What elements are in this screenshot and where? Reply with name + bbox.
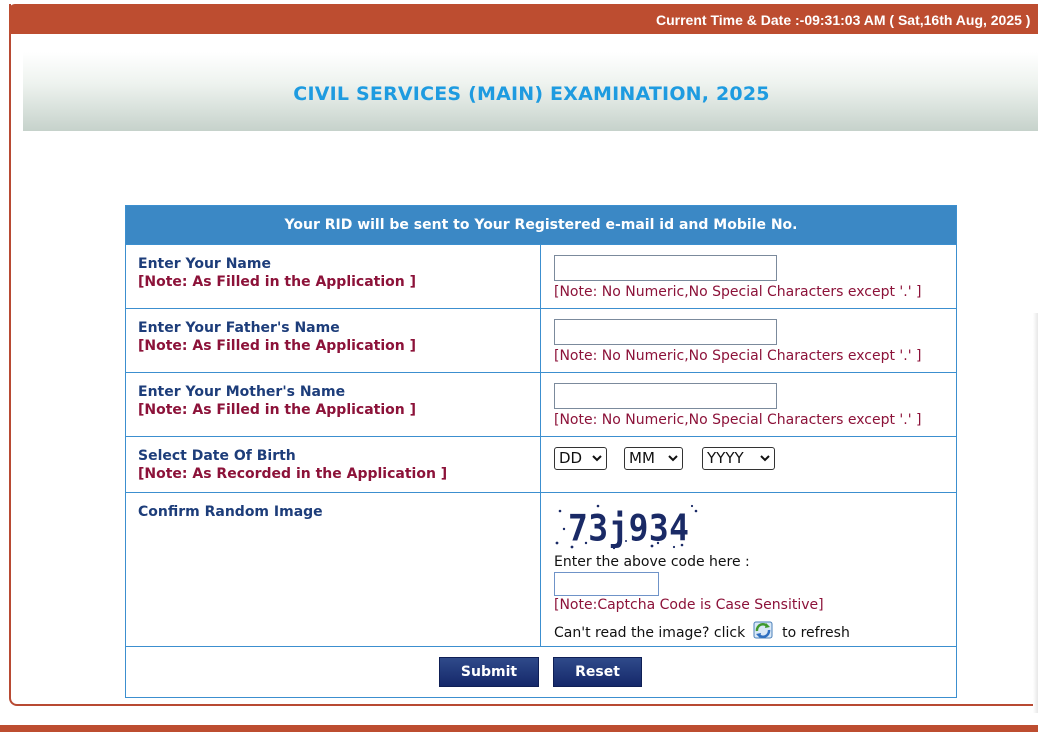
captcha-row: Confirm Random Image 73j934 Enter the ab… bbox=[126, 492, 956, 646]
mother-name-label: Enter Your Mother's Name bbox=[138, 384, 346, 400]
dob-day-value: DD bbox=[559, 449, 583, 467]
dob-day-select[interactable]: DD bbox=[554, 447, 607, 470]
father-name-input[interactable] bbox=[554, 319, 777, 345]
name-label-note: [Note: As Filled in the Application ] bbox=[138, 274, 417, 290]
mother-name-input[interactable] bbox=[554, 383, 777, 409]
captcha-case-note: [Note:Captcha Code is Case Sensitive] bbox=[554, 597, 824, 613]
mother-name-label-note: [Note: As Filled in the Application ] bbox=[138, 402, 417, 418]
dob-row: Select Date Of Birth [Note: As Recorded … bbox=[126, 436, 956, 492]
captcha-label: Confirm Random Image bbox=[138, 504, 323, 520]
father-name-label: Enter Your Father's Name bbox=[138, 320, 340, 336]
captcha-image: 73j934 bbox=[555, 504, 698, 550]
mother-name-field-note: [Note: No Numeric,No Special Characters … bbox=[554, 412, 922, 428]
chevron-down-icon bbox=[592, 455, 602, 462]
name-label: Enter Your Name bbox=[138, 256, 271, 272]
dob-label: Select Date Of Birth bbox=[138, 448, 296, 464]
dob-month-select[interactable]: MM bbox=[624, 447, 683, 470]
rid-retrieval-form: Your RID will be sent to Your Registered… bbox=[125, 205, 957, 698]
submit-button[interactable]: Submit bbox=[439, 657, 539, 687]
dob-year-select[interactable]: YYYY bbox=[702, 447, 775, 470]
exam-banner: CIVIL SERVICES (MAIN) EXAMINATION, 2025 bbox=[23, 52, 1038, 131]
father-name-row: Enter Your Father's Name [Note: As Fille… bbox=[126, 308, 956, 372]
captcha-text: 73j934 bbox=[568, 508, 688, 550]
name-input[interactable] bbox=[554, 255, 777, 281]
chevron-down-icon bbox=[760, 455, 770, 462]
reset-button[interactable]: Reset bbox=[553, 657, 642, 687]
mother-name-row: Enter Your Mother's Name [Note: As Fille… bbox=[126, 372, 956, 436]
current-time-date: Current Time & Date :-09:31:03 AM ( Sat,… bbox=[656, 12, 1031, 28]
captcha-refresh-line: Can't read the image? click to refresh bbox=[554, 620, 850, 641]
name-row: Enter Your Name [Note: As Filled in the … bbox=[126, 244, 956, 308]
chevron-down-icon bbox=[668, 455, 678, 462]
exam-title: CIVIL SERVICES (MAIN) EXAMINATION, 2025 bbox=[293, 83, 770, 105]
father-name-field-note: [Note: No Numeric,No Special Characters … bbox=[554, 348, 922, 364]
dob-month-value: MM bbox=[629, 449, 655, 467]
right-edge-shadow bbox=[1033, 313, 1038, 713]
refresh-suffix-text: to refresh bbox=[782, 625, 850, 641]
father-name-label-note: [Note: As Filled in the Application ] bbox=[138, 338, 417, 354]
dob-label-note: [Note: As Recorded in the Application ] bbox=[138, 466, 448, 482]
refresh-prefix-text: Can't read the image? click bbox=[554, 625, 746, 641]
bottom-bar bbox=[0, 725, 1038, 732]
captcha-input[interactable] bbox=[554, 572, 659, 596]
name-field-note: [Note: No Numeric,No Special Characters … bbox=[554, 284, 922, 300]
dob-year-value: YYYY bbox=[707, 449, 744, 467]
form-header: Your RID will be sent to Your Registered… bbox=[126, 206, 956, 244]
captcha-code-label: Enter the above code here : bbox=[554, 554, 750, 570]
refresh-icon[interactable] bbox=[752, 620, 774, 640]
buttons-row: Submit Reset bbox=[126, 646, 956, 698]
